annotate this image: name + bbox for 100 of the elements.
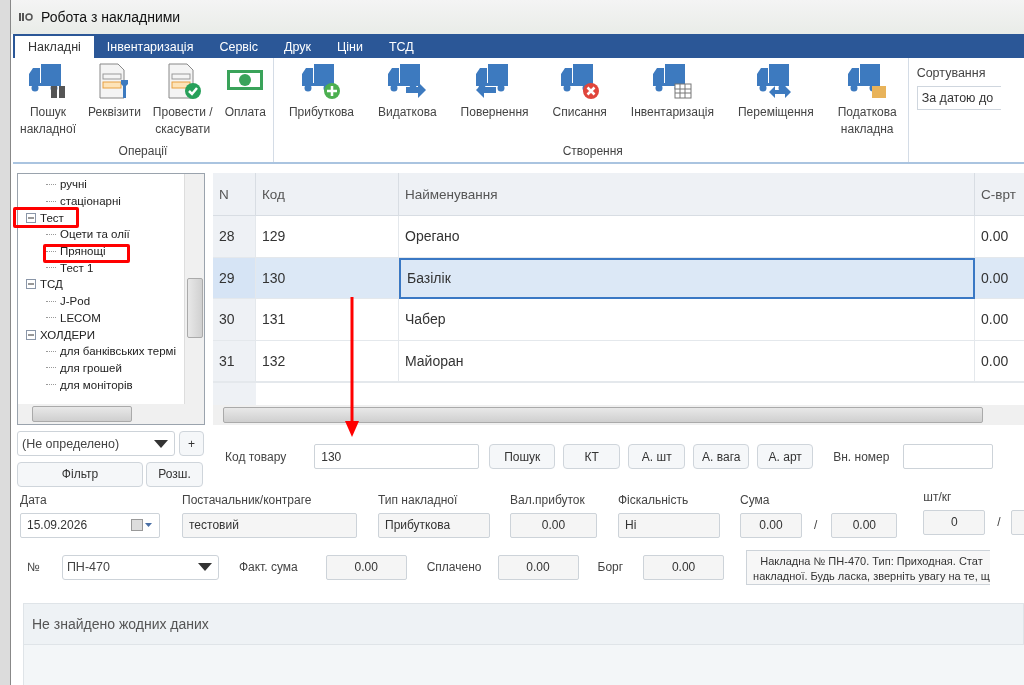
internal-number-field[interactable] xyxy=(903,444,994,469)
window-title: Робота з накладними xyxy=(41,9,181,25)
fact-sum-field: 0.00 xyxy=(325,554,407,580)
collapse-icon[interactable] xyxy=(26,212,36,223)
field-label: Борг xyxy=(597,560,624,574)
table-cell[interactable]: Базілік xyxy=(399,257,975,299)
dropdown-arrow-icon[interactable] xyxy=(197,563,212,571)
ribbon-tab[interactable]: Сервіс xyxy=(206,36,271,58)
tree-item[interactable]: Прянощі xyxy=(60,245,106,258)
sort-dropdown[interactable]: За датою до xyxy=(916,86,1001,110)
product-code-field[interactable]: 130 xyxy=(314,444,480,469)
debt-field: 0.00 xyxy=(643,554,725,580)
paid-field: 0.00 xyxy=(497,554,579,580)
column-header[interactable]: Код xyxy=(256,173,399,216)
table-cell[interactable]: 28 xyxy=(213,216,256,258)
field-label: № xyxy=(27,560,40,574)
invoice-number-dropdown[interactable]: ПН-470 xyxy=(61,554,219,580)
tree-item[interactable]: стаціонарні xyxy=(60,195,121,208)
quantity-field: 0 xyxy=(923,509,986,535)
truck-icon xyxy=(300,62,343,100)
action-button[interactable]: А. вага xyxy=(693,444,750,469)
filter-button[interactable]: Фільтр xyxy=(17,461,143,487)
group-dropdown[interactable]: (Не определено) xyxy=(17,431,175,456)
table-cell[interactable]: Орегано xyxy=(399,216,975,258)
ribbon-button[interactable]: Оплата xyxy=(221,58,269,138)
tree-item[interactable]: для банківських термі xyxy=(60,345,176,358)
field-label: Факт. сума xyxy=(238,560,298,574)
column-header[interactable]: С-врт xyxy=(975,173,1024,216)
horizontal-scrollbar[interactable] xyxy=(213,405,1024,425)
supplier-field: тестовий xyxy=(182,512,357,538)
action-button[interactable]: Пошук xyxy=(489,444,556,469)
field-label: шт/кг xyxy=(923,489,953,504)
ribbon-button[interactable]: Переміщення xyxy=(735,58,817,138)
empty-message: Не знайдено жодних даних xyxy=(23,603,1024,645)
table-cell[interactable]: 131 xyxy=(256,299,399,341)
ribbon-tab[interactable]: Ціни xyxy=(324,36,376,58)
tree-item[interactable]: Тест 1 xyxy=(60,261,94,274)
table-cell[interactable]: 31 xyxy=(213,340,256,382)
sum-field: 0.00 xyxy=(831,512,898,538)
truck-icon xyxy=(558,62,601,100)
truck-icon xyxy=(386,62,429,100)
ribbon-tab[interactable]: ТСД xyxy=(375,36,427,58)
table-cell[interactable]: 0.00 xyxy=(975,257,1024,299)
tree-item[interactable]: Оцети та олії xyxy=(60,228,130,241)
slash-text: / xyxy=(814,518,818,532)
ribbon-button[interactable]: Видаткова xyxy=(375,58,440,138)
ribbon-button[interactable]: Повернення xyxy=(457,58,532,138)
field-label: Вн. номер xyxy=(833,449,890,464)
field-label: Вал.прибуток xyxy=(510,492,586,507)
ribbon-button[interactable]: Інвентаризація xyxy=(627,58,717,138)
horizontal-scrollbar[interactable] xyxy=(18,404,204,424)
group-label: Створення xyxy=(562,144,623,158)
table-cell[interactable]: 30 xyxy=(213,299,256,341)
highlight-frame xyxy=(13,207,79,228)
action-button[interactable]: КТ xyxy=(563,444,621,469)
ribbon-button[interactable]: Пошук накладної xyxy=(17,58,79,138)
action-button[interactable]: А. шт xyxy=(628,444,686,469)
field-label: Фіскальність xyxy=(618,492,690,507)
ribbon-tab[interactable]: Накладні xyxy=(15,36,94,58)
ribbon-button[interactable]: Провести / скасувати xyxy=(149,58,216,138)
tree-item[interactable]: ручні xyxy=(60,178,87,191)
tree-item[interactable]: для моніторів xyxy=(60,378,133,391)
field-label: Постачальник/контраге xyxy=(182,492,313,507)
truck-icon xyxy=(846,62,889,100)
ribbon-tab[interactable]: Інвентаризація xyxy=(93,36,207,58)
truck-icon xyxy=(651,62,694,100)
vertical-scrollbar[interactable] xyxy=(184,174,204,404)
ribbon-button[interactable]: Реквізити xyxy=(85,58,144,138)
table-cell[interactable]: Чабер xyxy=(399,299,975,341)
field-label: Тип накладної xyxy=(378,492,459,507)
field-label: Сума xyxy=(740,492,771,507)
extended-button[interactable]: Розш. xyxy=(146,461,203,487)
tree-item[interactable]: J-Pod xyxy=(60,295,91,308)
ribbon-button[interactable]: Податкова накладна xyxy=(834,58,900,138)
table-cell[interactable]: Майоран xyxy=(399,340,975,382)
collapse-icon[interactable] xyxy=(26,329,36,340)
invoice-info-text: Накладна № ПН-470. Тип: Приходная. Стат накладної. Будь ласка, зверніть увагу на те, щ xyxy=(746,549,990,585)
ribbon-button[interactable]: Прибуткова xyxy=(285,58,357,138)
tree-item[interactable]: ТСД xyxy=(40,278,63,291)
collapse-icon[interactable] xyxy=(26,279,36,290)
table-cell[interactable]: 132 xyxy=(256,340,399,382)
calendar-icon[interactable] xyxy=(131,519,153,531)
ribbon-button[interactable]: Списання xyxy=(549,58,610,138)
table-cell[interactable]: 130 xyxy=(256,257,399,299)
date-field[interactable]: 15.09.2026 xyxy=(20,512,160,538)
group-label: Операції xyxy=(118,144,168,158)
tree-item[interactable]: для грошей xyxy=(60,361,122,374)
add-button[interactable]: + xyxy=(179,431,204,456)
ribbon-tab[interactable]: Друк xyxy=(271,36,324,58)
table-cell[interactable]: 29 xyxy=(213,257,256,299)
tree-item[interactable]: Тест xyxy=(40,211,64,224)
tree-item[interactable]: ХОЛДЕРИ xyxy=(40,328,96,341)
column-header[interactable]: Найменування xyxy=(399,173,975,216)
dropdown-arrow-icon[interactable] xyxy=(154,439,168,448)
app-icon xyxy=(19,11,33,23)
tree-item[interactable]: LECOM xyxy=(60,311,101,324)
sum-field: 0.00 xyxy=(740,512,802,538)
table-cell[interactable]: 129 xyxy=(256,216,399,258)
action-button[interactable]: А. арт xyxy=(757,444,814,469)
column-header[interactable]: N xyxy=(213,173,256,216)
